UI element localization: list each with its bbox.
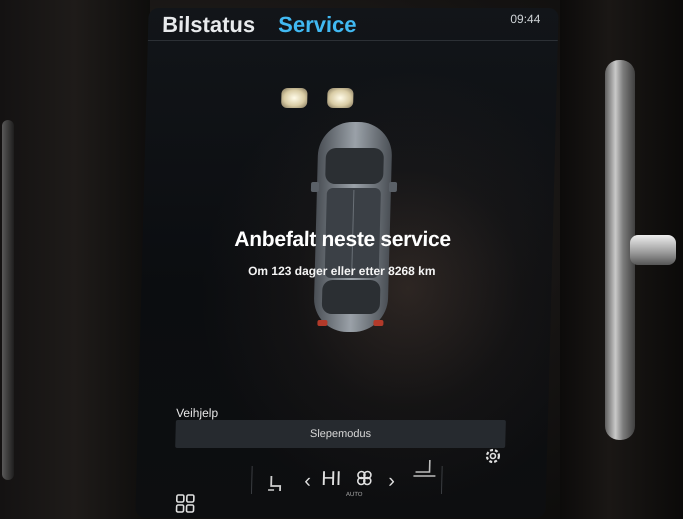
tab-service[interactable]: Service — [278, 12, 357, 38]
light-reflection — [281, 88, 308, 108]
climate-divider — [440, 466, 443, 494]
light-reflection — [327, 88, 354, 108]
dashboard-left — [0, 0, 150, 519]
vent-knob[interactable] — [630, 235, 676, 265]
tab-car-status[interactable]: Bilstatus — [162, 12, 256, 38]
temperature-value[interactable]: HI — [321, 468, 342, 491]
ceiling-light-reflection — [281, 88, 362, 110]
tow-mode-label: Slepemodus — [309, 428, 372, 440]
photo-background: Bilstatus Service 09:44 Anbefalt neste s — [0, 0, 683, 519]
climate-divider — [250, 466, 253, 494]
infotainment-screen: Bilstatus Service 09:44 Anbefalt neste s — [135, 8, 559, 518]
seat-heat-icon[interactable] — [266, 474, 285, 494]
status-time: 09:44 — [510, 12, 541, 26]
header-divider — [147, 40, 558, 41]
service-subtitle: Om 123 dager eller etter 8268 km — [247, 264, 436, 278]
seat-icon[interactable] — [411, 458, 438, 480]
chevron-right-icon[interactable]: › — [388, 470, 395, 493]
roadside-section-label: Veihjelp — [175, 406, 219, 420]
frame-highlight — [2, 120, 14, 480]
gear-icon[interactable] — [483, 446, 504, 466]
chevron-left-icon[interactable]: ‹ — [304, 470, 311, 493]
tow-mode-button[interactable]: Slepemodus — [175, 420, 506, 448]
climate-bar: ‹ HI AUTO › — [135, 448, 547, 514]
service-title: Anbefalt neste service — [234, 228, 452, 251]
fan-icon[interactable] — [356, 470, 372, 486]
auto-label: AUTO — [345, 492, 363, 498]
grid-icon[interactable] — [175, 494, 196, 514]
